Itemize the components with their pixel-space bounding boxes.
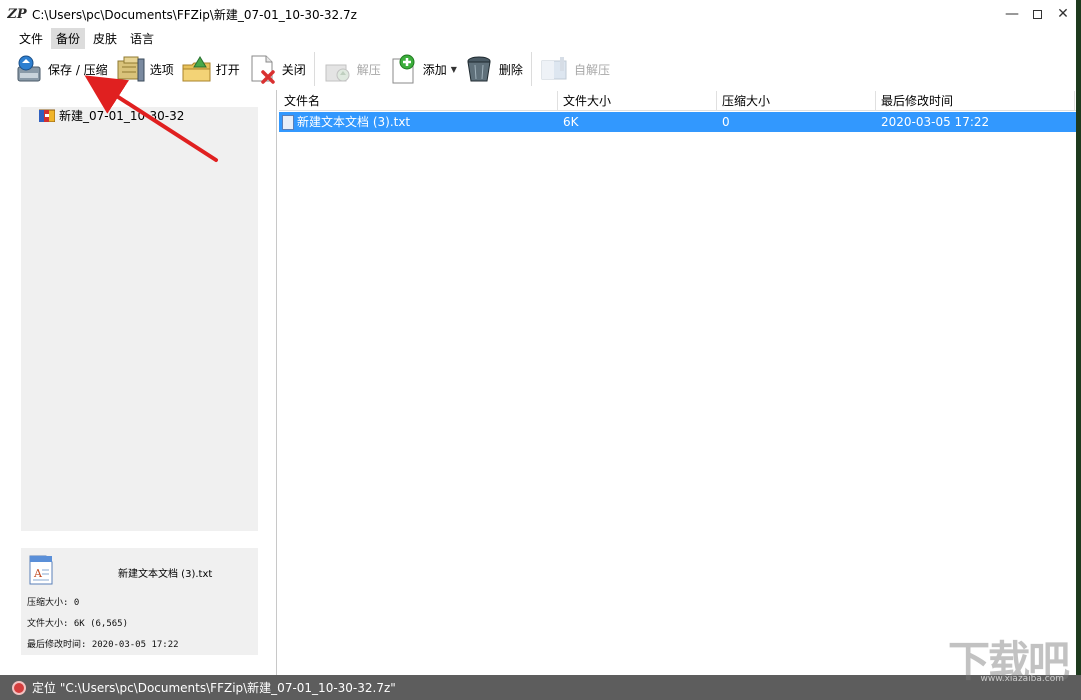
toolbar-separator <box>313 52 315 86</box>
open-button[interactable]: 打开 <box>180 51 240 87</box>
app-logo-icon: ZP <box>7 6 27 22</box>
column-header-name[interactable]: 文件名 <box>279 91 558 111</box>
add-button[interactable]: 添加 ▼ <box>387 51 457 87</box>
menu-skin[interactable]: 皮肤 <box>88 28 122 49</box>
watermark: 下载吧 www.xiazaiba.com <box>942 628 1076 690</box>
archive-tree-panel: 新建_07-01_10-30-32 <box>21 107 258 531</box>
menu-language[interactable]: 语言 <box>125 28 159 49</box>
options-icon <box>117 56 145 82</box>
archive-icon <box>39 109 55 122</box>
tree-item-label: 新建_07-01_10-30-32 <box>59 108 185 123</box>
status-text: 定位 "C:\Users\pc\Documents\FFZip\新建_07-01… <box>32 681 396 695</box>
close-document-icon <box>251 55 275 84</box>
panel-splitter[interactable] <box>276 90 277 675</box>
toolbar-separator-2 <box>530 52 532 86</box>
text-document-icon: A <box>29 555 53 585</box>
extract-button[interactable]: 解压 <box>321 51 381 87</box>
add-dropdown-arrow-icon[interactable]: ▼ <box>451 65 457 74</box>
delete-button[interactable]: 删除 <box>463 51 523 87</box>
window-edge <box>1076 0 1081 700</box>
status-icon <box>12 680 26 695</box>
open-folder-icon <box>182 56 211 82</box>
open-label: 打开 <box>215 62 240 77</box>
toolbar: 保存 / 压缩 选项 打开 关闭 解压 添加 ▼ 删除 自解压 <box>0 48 1081 90</box>
trash-icon <box>467 56 491 82</box>
add-file-icon <box>392 54 415 84</box>
info-modified: 最后修改时间: 2020-03-05 17:22 <box>27 640 179 650</box>
title-bar: ZP C:\Users\pc\Documents\FFZip\新建_07-01_… <box>0 0 1081 28</box>
svg-text:A: A <box>33 567 43 580</box>
options-button[interactable]: 选项 <box>114 51 174 87</box>
close-archive-label: 关闭 <box>281 62 306 77</box>
extract-label: 解压 <box>356 62 381 77</box>
table-row[interactable]: 新建文本文档 (3).txt 6K 0 2020-03-05 17:22 <box>279 112 1076 132</box>
self-extract-label: 自解压 <box>573 62 610 77</box>
info-file-size: 文件大小: 6K (6,565) <box>27 619 129 629</box>
self-extract-button[interactable]: 自解压 <box>538 51 610 87</box>
file-info-panel: A 新建文本文档 (3).txt 压缩大小: 0 文件大小: 6K (6,565… <box>21 548 258 655</box>
cell-file-name: 新建文本文档 (3).txt <box>279 112 558 132</box>
cell-modified: 2020-03-05 17:22 <box>881 115 990 129</box>
cell-compressed-size: 0 <box>722 115 730 129</box>
file-list-header: 文件名 文件大小 压缩大小 最后修改时间 <box>279 91 1076 111</box>
column-header-modified[interactable]: 最后修改时间 <box>876 91 1075 111</box>
column-header-compressed[interactable]: 压缩大小 <box>717 91 876 111</box>
menu-file[interactable]: 文件 <box>14 28 48 49</box>
info-compressed-size: 压缩大小: 0 <box>27 598 80 608</box>
save-compress-icon <box>17 55 41 82</box>
cell-file-size: 6K <box>563 115 579 129</box>
save-compress-button[interactable]: 保存 / 压缩 <box>12 51 108 87</box>
status-bar: 定位 "C:\Users\pc\Documents\FFZip\新建_07-01… <box>0 675 1081 700</box>
extract-icon <box>325 64 350 82</box>
close-archive-button[interactable]: 关闭 <box>246 51 306 87</box>
tree-item-archive[interactable]: 新建_07-01_10-30-32 <box>39 107 184 123</box>
window-title: C:\Users\pc\Documents\FFZip\新建_07-01_10-… <box>32 7 357 22</box>
column-header-size[interactable]: 文件大小 <box>558 91 717 111</box>
file-name-text: 新建文本文档 (3).txt <box>297 115 411 129</box>
text-file-icon <box>282 114 294 130</box>
file-list: 文件名 文件大小 压缩大小 最后修改时间 新建文本文档 (3).txt 6K 0… <box>279 91 1076 675</box>
watermark-url: www.xiazaiba.com <box>980 674 1064 684</box>
save-compress-label: 保存 / 压缩 <box>48 62 108 77</box>
close-window-button[interactable]: ✕ <box>1047 0 1079 28</box>
menu-bar: 文件 备份 皮肤 语言 <box>0 27 162 49</box>
menu-backup[interactable]: 备份 <box>51 27 86 49</box>
add-label: 添加 <box>422 62 447 77</box>
options-label: 选项 <box>149 62 174 77</box>
maximize-icon <box>1032 9 1042 19</box>
info-file-name: 新建文本文档 (3).txt <box>118 569 213 580</box>
self-extract-icon <box>541 57 567 80</box>
delete-label: 删除 <box>498 62 523 77</box>
